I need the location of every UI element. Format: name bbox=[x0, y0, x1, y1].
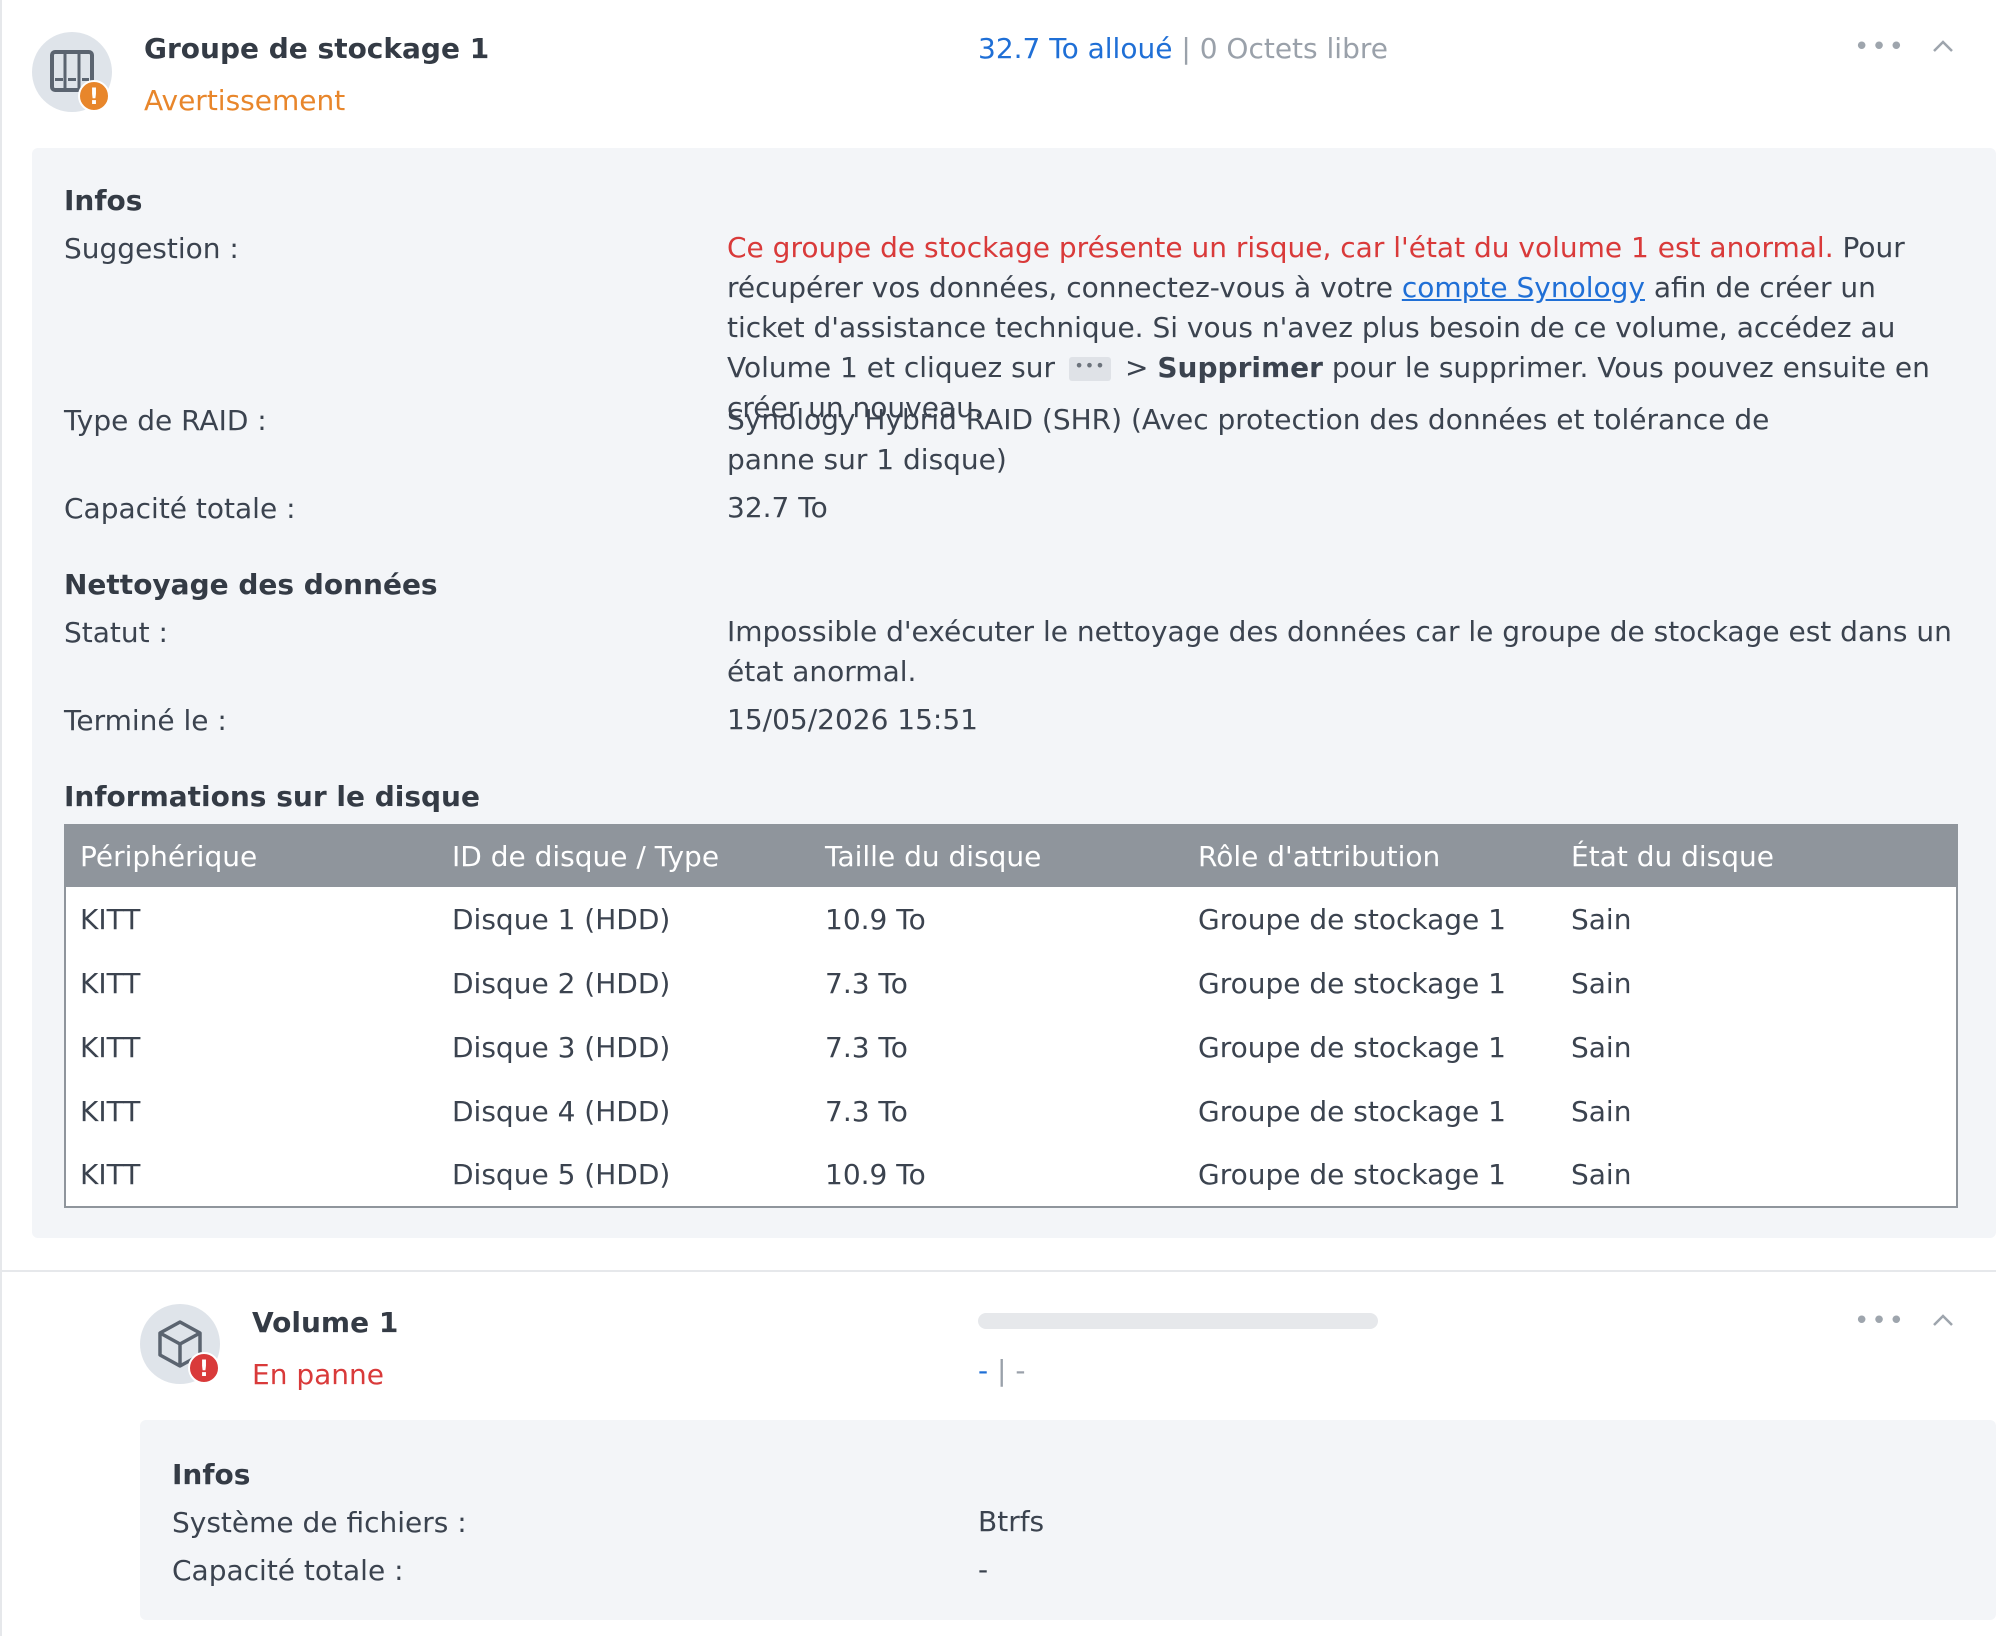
cell-disk-size: 7.3 To bbox=[825, 1094, 908, 1128]
cell-disk-id: Disque 4 (HDD) bbox=[452, 1094, 671, 1128]
pool-more-button[interactable]: ••• bbox=[1854, 32, 1906, 62]
cell-disk-id: Disque 1 (HDD) bbox=[452, 902, 671, 936]
volume-info-heading: Infos bbox=[172, 1458, 251, 1491]
volume-status: En panne bbox=[252, 1358, 384, 1391]
suggestion-warning: Ce groupe de stockage présente un risque… bbox=[727, 231, 1834, 264]
pool-title: Groupe de stockage 1 bbox=[144, 32, 490, 65]
cell-device: KITT bbox=[80, 902, 141, 936]
cell-disk-status: Sain bbox=[1571, 966, 1632, 1000]
volume-more-button[interactable]: ••• bbox=[1854, 1306, 1906, 1336]
inline-more-icon: ••• bbox=[1069, 357, 1112, 381]
cell-disk-size: 10.9 To bbox=[825, 1158, 926, 1191]
pool-capacity-value: 32.7 To bbox=[727, 491, 828, 524]
column-header-device[interactable]: Périphérique bbox=[65, 825, 438, 887]
pool-status: Avertissement bbox=[144, 84, 346, 117]
scrub-status-label: Statut : bbox=[64, 616, 168, 649]
cell-disk-size: 10.9 To bbox=[825, 902, 926, 936]
raid-type-value: Synology Hybrid RAID (SHR) (Avec protect… bbox=[727, 403, 1770, 476]
disk-table-header: Périphérique ID de disque / Type Taille … bbox=[65, 825, 1957, 887]
volume-capacity-value: - bbox=[978, 1553, 989, 1586]
capacity-separator: | bbox=[988, 1354, 1016, 1387]
capacity-separator: | bbox=[1172, 32, 1200, 65]
volume-capacity-summary: - | - bbox=[978, 1354, 1025, 1387]
disk-info-heading: Informations sur le disque bbox=[64, 780, 480, 813]
scrub-heading: Nettoyage des données bbox=[64, 568, 438, 601]
cell-role: Groupe de stockage 1 bbox=[1198, 966, 1506, 1000]
cell-disk-status: Sain bbox=[1571, 902, 1632, 936]
pool-info-heading: Infos bbox=[64, 184, 143, 217]
cell-disk-size: 7.3 To bbox=[825, 1030, 908, 1064]
volume-capacity-label: Capacité totale : bbox=[172, 1554, 404, 1587]
cell-device: KITT bbox=[80, 1158, 141, 1191]
disk-table: Périphérique ID de disque / Type Taille … bbox=[64, 824, 1958, 1208]
cell-role: Groupe de stockage 1 bbox=[1198, 1030, 1506, 1064]
scrub-finished-value: 15/05/2026 15:51 bbox=[727, 703, 978, 736]
pool-capacity-free: 0 Octets libre bbox=[1199, 32, 1388, 65]
cell-disk-status: Sain bbox=[1571, 1030, 1632, 1064]
table-row[interactable]: KITT Disque 3 (HDD) 7.3 To Groupe de sto… bbox=[65, 1015, 1957, 1079]
pool-capacity-summary: 32.7 To alloué | 0 Octets libre bbox=[978, 32, 1388, 65]
cell-disk-id: Disque 5 (HDD) bbox=[452, 1158, 671, 1191]
table-row[interactable]: KITT Disque 2 (HDD) 7.3 To Groupe de sto… bbox=[65, 951, 1957, 1015]
filesystem-label: Système de fichiers : bbox=[172, 1506, 467, 1539]
volume-capacity-used: - bbox=[978, 1354, 989, 1387]
delete-action-label: Supprimer bbox=[1157, 351, 1323, 384]
column-header-disk-status[interactable]: État du disque bbox=[1557, 825, 1957, 887]
volume-capacity-free: - bbox=[1015, 1354, 1026, 1387]
cell-disk-id: Disque 2 (HDD) bbox=[452, 966, 671, 1000]
suggestion-text: Ce groupe de stockage présente un risque… bbox=[727, 231, 1930, 424]
cell-disk-size: 7.3 To bbox=[825, 966, 908, 1000]
cell-device: KITT bbox=[80, 1030, 141, 1064]
pool-collapse-chevron-icon[interactable] bbox=[1928, 36, 1958, 56]
raid-type-label: Type de RAID : bbox=[64, 404, 267, 437]
cell-disk-id: Disque 3 (HDD) bbox=[452, 1030, 671, 1064]
pool-capacity-label: Capacité totale : bbox=[64, 492, 296, 525]
volume-usage-bar bbox=[978, 1313, 1378, 1329]
cell-role: Groupe de stockage 1 bbox=[1198, 902, 1506, 936]
cell-disk-status: Sain bbox=[1571, 1094, 1632, 1128]
error-badge-icon: ! bbox=[188, 1352, 220, 1384]
scrub-status-value: Impossible d'exécuter le nettoyage des d… bbox=[727, 615, 1952, 688]
filesystem-value: Btrfs bbox=[978, 1505, 1045, 1538]
cell-device: KITT bbox=[80, 1094, 141, 1128]
table-row[interactable]: KITT Disque 1 (HDD) 10.9 To Groupe de st… bbox=[65, 887, 1957, 951]
suggestion-label: Suggestion : bbox=[64, 232, 239, 265]
volume-title: Volume 1 bbox=[252, 1306, 399, 1339]
cell-device: KITT bbox=[80, 966, 141, 1000]
table-row[interactable]: KITT Disque 4 (HDD) 7.3 To Groupe de sto… bbox=[65, 1079, 1957, 1143]
section-divider bbox=[0, 1270, 1996, 1272]
scrub-finished-label: Terminé le : bbox=[64, 704, 227, 737]
synology-account-link[interactable]: compte Synology bbox=[1402, 271, 1645, 304]
cell-role: Groupe de stockage 1 bbox=[1198, 1158, 1506, 1191]
cell-disk-status: Sain bbox=[1571, 1158, 1632, 1191]
volume-collapse-chevron-icon[interactable] bbox=[1928, 1310, 1958, 1330]
warning-badge-icon: ! bbox=[78, 80, 110, 112]
table-row[interactable]: KITT Disque 5 (HDD) 10.9 To Groupe de st… bbox=[65, 1143, 1957, 1207]
pool-capacity-allocated: 32.7 To alloué bbox=[978, 32, 1173, 65]
cell-role: Groupe de stockage 1 bbox=[1198, 1094, 1506, 1128]
column-header-role[interactable]: Rôle d'attribution bbox=[1184, 825, 1557, 887]
column-header-disk-size[interactable]: Taille du disque bbox=[811, 825, 1184, 887]
column-header-disk-id[interactable]: ID de disque / Type bbox=[438, 825, 811, 887]
